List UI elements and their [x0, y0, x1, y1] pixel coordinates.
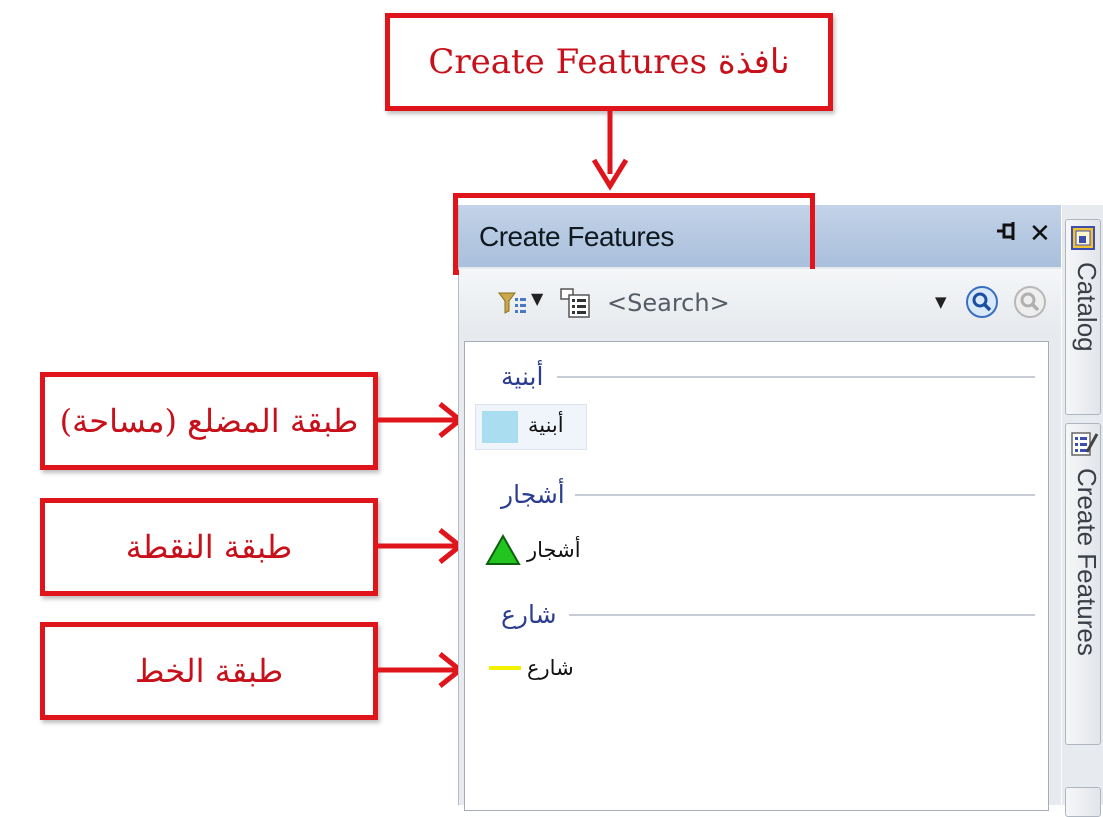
- top-callout-text: نافذة Create Features: [428, 42, 790, 82]
- line-swatch-icon: [489, 666, 521, 670]
- close-icon[interactable]: ✕: [1029, 219, 1051, 249]
- search-input[interactable]: <Search>: [607, 285, 967, 321]
- organize-templates-icon[interactable]: [497, 289, 527, 323]
- polygon-arrow: [376, 402, 465, 438]
- template-item-buildings[interactable]: أبنية: [475, 404, 587, 450]
- polygon-callout-text: طبقة المضلع (مساحة): [59, 402, 359, 440]
- group-label: شارع: [501, 600, 557, 629]
- panel-toolbar: ▼ <Search> ▼: [459, 269, 1061, 337]
- point-arrow: [376, 528, 465, 564]
- polygon-swatch-icon: [482, 411, 518, 443]
- dock-sidebar: Catalog Create Features: [1062, 205, 1103, 817]
- tab-catalog[interactable]: Catalog: [1065, 219, 1102, 415]
- down-arrow: [591, 108, 629, 191]
- template-item-trees[interactable]: أشجار: [475, 530, 615, 574]
- search-dropdown-icon[interactable]: ▼: [935, 293, 947, 311]
- search-placeholder: <Search>: [607, 289, 730, 317]
- point-layer-callout: طبقة النقطة: [40, 498, 378, 596]
- search-icon[interactable]: [965, 285, 999, 323]
- top-callout: نافذة Create Features: [385, 13, 833, 111]
- template-label: شارع: [527, 656, 574, 680]
- line-arrow: [376, 652, 465, 688]
- point-triangle-icon: [485, 533, 521, 570]
- group-divider: [557, 376, 1035, 378]
- line-layer-callout: طبقة الخط: [40, 622, 378, 720]
- create-features-window: Create Features ✕ ▼ <Search> ▼ أبنية أبن…: [453, 193, 1061, 811]
- feature-templates-list: أبنية أبنية أشجار أشجار شارع شارع: [464, 341, 1049, 811]
- polygon-layer-callout: طبقة المضلع (مساحة): [40, 372, 378, 470]
- group-divider: [575, 494, 1035, 496]
- catalog-icon: [1071, 226, 1097, 256]
- group-header-buildings: أبنية: [465, 358, 1040, 398]
- template-label: أبنية: [528, 413, 564, 437]
- template-label: أشجار: [527, 538, 581, 562]
- create-features-icon: [1071, 430, 1099, 462]
- clear-search-icon[interactable]: [1013, 285, 1047, 323]
- point-callout-text: طبقة النقطة: [125, 528, 293, 566]
- line-callout-text: طبقة الخط: [134, 652, 284, 690]
- group-header-trees: أشجار: [465, 476, 1040, 516]
- tab-create-features-label: Create Features: [1072, 468, 1102, 656]
- title-highlight-box: [453, 193, 815, 275]
- group-label: أبنية: [501, 362, 544, 391]
- chevron-down-icon[interactable]: ▼: [531, 289, 543, 308]
- pin-icon[interactable]: [995, 217, 1019, 254]
- templates-list-icon[interactable]: [559, 287, 593, 323]
- tab-next[interactable]: [1065, 787, 1101, 817]
- template-item-street[interactable]: شارع: [475, 648, 615, 692]
- tab-create-features[interactable]: Create Features: [1065, 423, 1102, 745]
- group-header-street: شارع: [465, 596, 1040, 636]
- group-divider: [569, 614, 1035, 616]
- tab-catalog-label: Catalog: [1072, 262, 1102, 352]
- group-label: أشجار: [501, 480, 565, 509]
